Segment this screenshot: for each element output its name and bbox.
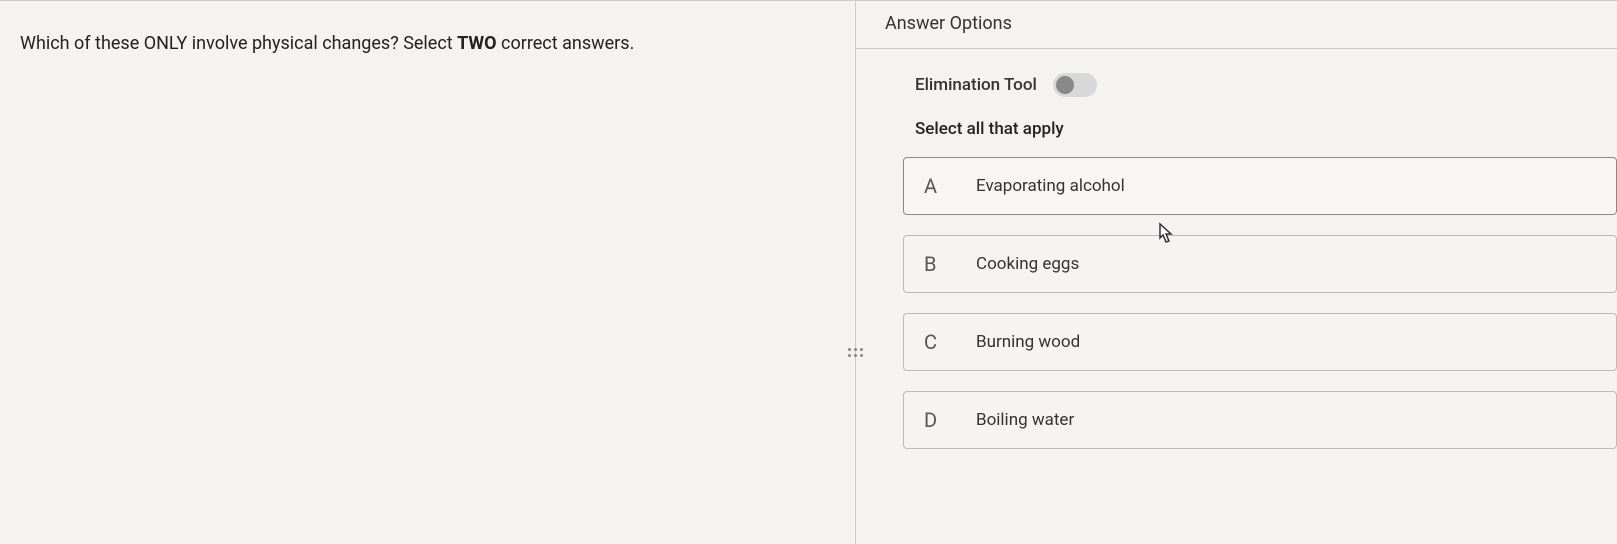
tools-row: Elimination Tool — [855, 49, 1617, 105]
question-suffix: correct answers. — [497, 33, 635, 54]
answer-header: Answer Options — [855, 1, 1617, 49]
option-a[interactable]: A Evaporating alcohol — [903, 157, 1617, 215]
answer-header-title: Answer Options — [885, 13, 1587, 34]
option-text: Boiling water — [976, 410, 1074, 430]
options-list: A Evaporating alcohol B Cooking eggs C B… — [855, 157, 1617, 449]
toggle-knob — [1056, 76, 1074, 94]
drag-handle-icon[interactable] — [846, 340, 864, 364]
option-text: Cooking eggs — [976, 254, 1079, 274]
select-instruction: Select all that apply — [855, 105, 1617, 157]
option-letter: B — [924, 252, 948, 276]
elimination-tool-label: Elimination Tool — [915, 75, 1037, 95]
option-text: Evaporating alcohol — [976, 176, 1125, 196]
option-text: Burning wood — [976, 332, 1080, 352]
question-emphasis: TWO — [457, 33, 496, 54]
option-c[interactable]: C Burning wood — [903, 313, 1617, 371]
option-b[interactable]: B Cooking eggs — [903, 235, 1617, 293]
elimination-toggle[interactable] — [1053, 73, 1097, 97]
question-panel: Which of these ONLY involve physical cha… — [0, 1, 855, 544]
question-prefix: Which of these ONLY involve physical cha… — [20, 33, 457, 54]
option-letter: A — [924, 174, 948, 198]
answer-panel: Answer Options Elimination Tool Select a… — [855, 1, 1617, 544]
option-d[interactable]: D Boiling water — [903, 391, 1617, 449]
question-text: Which of these ONLY involve physical cha… — [20, 31, 835, 56]
option-letter: C — [924, 330, 948, 354]
option-letter: D — [924, 408, 948, 432]
quiz-container: Which of these ONLY involve physical cha… — [0, 0, 1617, 544]
